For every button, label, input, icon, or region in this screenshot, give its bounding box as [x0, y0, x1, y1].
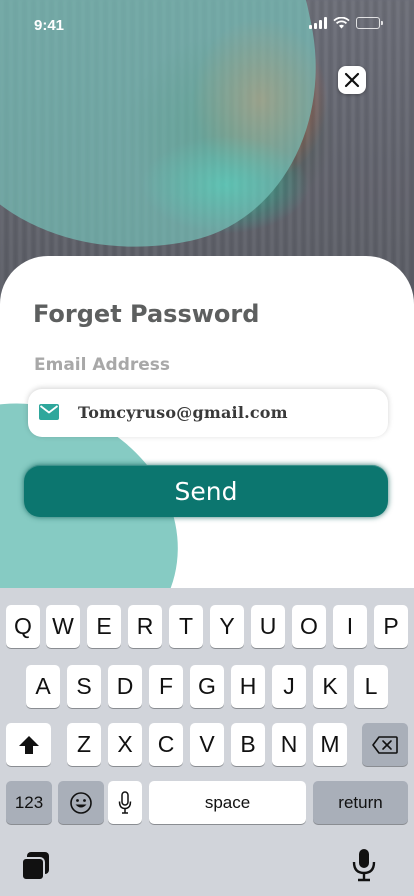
key-h[interactable]: H	[231, 665, 265, 708]
key-z[interactable]: Z	[67, 723, 101, 766]
mail-icon	[39, 404, 59, 420]
battery-icon	[356, 17, 383, 29]
wifi-icon	[333, 17, 350, 29]
emoji-key[interactable]	[58, 781, 104, 824]
shift-key[interactable]	[6, 723, 51, 766]
page-title: Forget Password	[33, 300, 260, 328]
mic-icon	[118, 790, 132, 814]
key-k[interactable]: K	[313, 665, 347, 708]
emoji-icon	[70, 791, 92, 814]
key-p[interactable]: P	[374, 605, 408, 648]
close-icon	[344, 72, 360, 88]
key-d[interactable]: D	[108, 665, 142, 708]
space-key[interactable]: space	[149, 781, 306, 824]
key-s[interactable]: S	[67, 665, 101, 708]
key-u[interactable]: U	[251, 605, 285, 648]
globe-copy-icon[interactable]	[20, 850, 52, 882]
key-e[interactable]: E	[87, 605, 121, 648]
mic-key[interactable]	[108, 781, 142, 824]
key-r[interactable]: R	[128, 605, 162, 648]
key-m[interactable]: M	[313, 723, 347, 766]
status-icons	[309, 17, 383, 29]
key-c[interactable]: C	[149, 723, 183, 766]
key-w[interactable]: W	[46, 605, 80, 648]
key-l[interactable]: L	[354, 665, 388, 708]
forget-password-card: Forget Password Email Address Tomcyruso@…	[0, 256, 414, 596]
key-f[interactable]: F	[149, 665, 183, 708]
cellular-signal-icon	[309, 17, 327, 29]
numbers-key[interactable]: 123	[6, 781, 52, 824]
email-value: Tomcyruso@gmail.com	[78, 403, 288, 422]
key-g[interactable]: G	[190, 665, 224, 708]
key-j[interactable]: J	[272, 665, 306, 708]
key-i[interactable]: I	[333, 605, 367, 648]
return-key[interactable]: return	[313, 781, 408, 824]
key-n[interactable]: N	[272, 723, 306, 766]
key-y[interactable]: Y	[210, 605, 244, 648]
email-label: Email Address	[34, 355, 171, 375]
key-a[interactable]: A	[26, 665, 60, 708]
status-time: 9:41	[34, 17, 65, 34]
backspace-key[interactable]	[362, 723, 408, 766]
backspace-icon	[372, 735, 398, 754]
key-x[interactable]: X	[108, 723, 142, 766]
dictation-icon[interactable]	[351, 848, 377, 882]
key-v[interactable]: V	[190, 723, 224, 766]
shift-icon	[18, 735, 39, 754]
send-button[interactable]: Send	[24, 465, 388, 517]
key-q[interactable]: Q	[6, 605, 40, 648]
key-b[interactable]: B	[231, 723, 265, 766]
keyboard: Q W E R T Y U O I P A S D F G H J K L Z …	[0, 588, 414, 896]
key-t[interactable]: T	[169, 605, 203, 648]
email-field[interactable]: Tomcyruso@gmail.com	[28, 389, 388, 437]
close-button[interactable]	[338, 66, 366, 94]
key-o[interactable]: O	[292, 605, 326, 648]
status-bar: 9:41	[0, 0, 414, 50]
